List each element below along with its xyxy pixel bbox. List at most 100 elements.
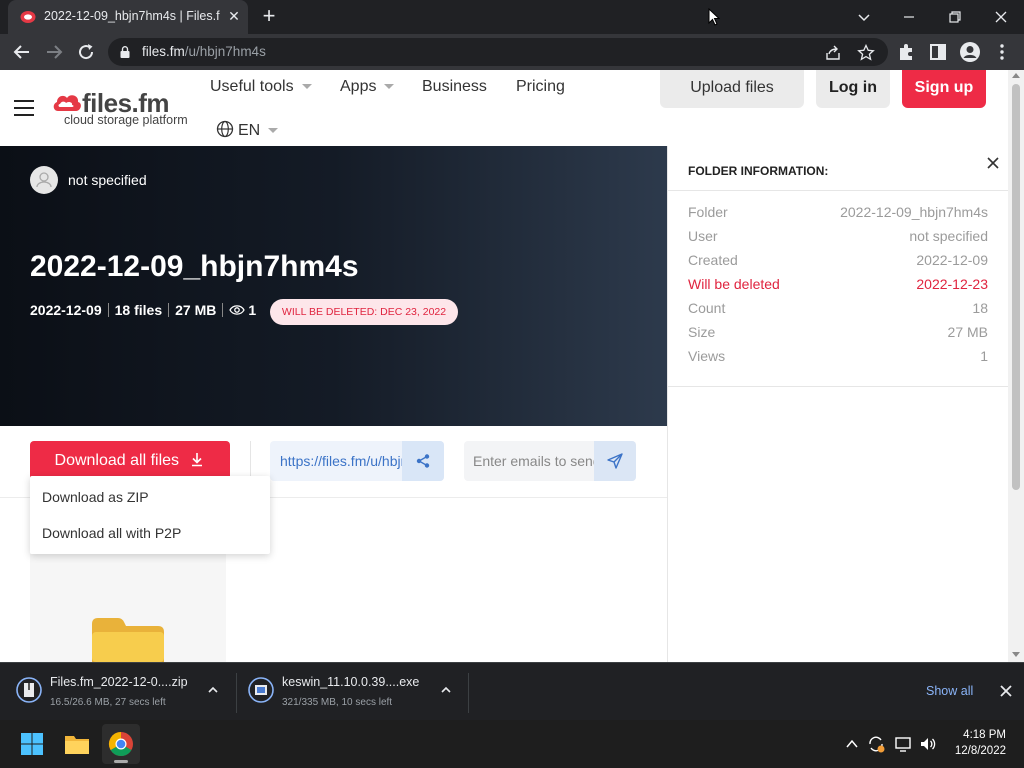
profile-icon[interactable] <box>958 40 982 64</box>
share-link-text[interactable]: https://files.fm/u/hbjn7hm4s <box>280 453 404 469</box>
info-row-count: Count 18 <box>688 300 988 316</box>
send-email-button[interactable] <box>594 441 636 481</box>
show-all-downloads-link[interactable]: Show all <box>926 684 973 698</box>
clock-time[interactable]: 4:18 PM <box>946 729 1006 741</box>
bookmark-star-icon[interactable] <box>857 44 875 62</box>
minimize-icon[interactable] <box>897 5 921 29</box>
folder-meta: 2022-12-09 18 files 27 MB 1 <box>30 302 256 318</box>
info-row-size: Size 27 MB <box>688 324 988 340</box>
chevron-down-icon <box>268 128 279 134</box>
display-icon[interactable] <box>894 734 914 754</box>
close-downloads-icon[interactable] <box>998 683 1014 699</box>
download-progress: 321/335 MB, 10 secs left <box>282 697 393 708</box>
signup-button[interactable]: Sign up <box>902 70 986 108</box>
folder-size: 27 MB <box>175 302 217 318</box>
download-item[interactable]: Files.fm_2022-12-0....zip 16.5/26.6 MB, … <box>16 671 230 713</box>
status-badge: WILL BE DELETED: DEC 23, 2022 <box>270 299 458 325</box>
page-title: 2022-12-09_hbjn7hm4s <box>30 250 359 283</box>
close-window-icon[interactable] <box>989 5 1013 29</box>
new-tab-icon[interactable]: + <box>258 5 280 28</box>
login-button[interactable]: Log in <box>816 70 890 108</box>
zip-file-icon <box>16 677 42 703</box>
browser-tab[interactable]: 2022-12-09_hbjn7hm4s | Files.fm ✕ <box>8 0 248 34</box>
nav-useful-tools[interactable]: Useful tools <box>210 78 312 96</box>
download-filename: Files.fm_2022-12-0....zip <box>50 675 188 689</box>
share-link-field[interactable]: https://files.fm/u/hbjn7hm4s <box>270 441 444 481</box>
share-icon <box>416 454 430 468</box>
scrollbar-thumb[interactable] <box>1012 84 1020 490</box>
info-row-views: Views 1 <box>688 348 988 364</box>
chevron-up-icon[interactable] <box>845 737 859 751</box>
chevron-up-icon[interactable] <box>206 683 220 697</box>
back-icon[interactable] <box>10 40 34 64</box>
globe-icon <box>216 120 234 138</box>
chevron-up-icon[interactable] <box>439 683 453 697</box>
extensions-icon[interactable] <box>894 40 918 64</box>
taskbar-active-app[interactable] <box>102 724 140 764</box>
restore-icon[interactable] <box>943 5 967 29</box>
reload-icon[interactable] <box>74 40 98 64</box>
page-scrollbar[interactable] <box>1008 70 1024 662</box>
nav-business[interactable]: Business <box>422 78 487 96</box>
filesfm-logo[interactable]: files.fm cloud storage platform <box>52 88 192 128</box>
download-all-button[interactable]: Download all files <box>30 441 230 481</box>
browser-menu-icon[interactable] <box>990 40 1014 64</box>
upload-files-button[interactable]: Upload files <box>660 70 804 108</box>
divider <box>668 190 1009 191</box>
nav-apps[interactable]: Apps <box>340 78 395 96</box>
exe-file-icon <box>248 677 274 703</box>
url-text[interactable]: files.fm/u/hbjn7hm4s <box>142 44 266 59</box>
tab-close-icon[interactable]: ✕ <box>226 8 242 24</box>
chevron-down-icon <box>384 84 395 90</box>
chrome-icon <box>108 732 133 757</box>
download-progress: 16.5/26.6 MB, 27 secs left <box>50 697 166 708</box>
download-filename: keswin_11.10.0.39....exe <box>282 675 420 689</box>
os-taskbar: 4:18 PM 12/8/2022 <box>0 720 1024 768</box>
volume-icon[interactable] <box>918 734 938 754</box>
scroll-up-icon[interactable] <box>1012 72 1020 78</box>
file-count: 18 files <box>114 302 163 318</box>
folder-icon <box>92 618 164 662</box>
folder-date: 2022-12-09 <box>30 302 102 318</box>
hamburger-menu-icon[interactable] <box>14 100 34 116</box>
language-selector[interactable]: EN <box>216 120 279 140</box>
logo-tagline: cloud storage platform <box>64 113 188 127</box>
user-icon <box>36 172 52 188</box>
site-header: files.fm cloud storage platform Useful t… <box>0 70 1008 146</box>
browser-toolbar: files.fm/u/hbjn7hm4s <box>0 34 1024 70</box>
scroll-down-icon[interactable] <box>1012 652 1020 658</box>
tab-search-chevron-icon[interactable] <box>852 5 876 29</box>
folder-hero: not specified 2022-12-09_hbjn7hm4s 2022-… <box>0 146 667 426</box>
folder-info-panel: FOLDER INFORMATION: Folder 2022-12-09_hbj… <box>667 146 1009 662</box>
download-icon <box>192 453 203 467</box>
mouse-cursor-icon <box>708 8 720 26</box>
file-explorer-icon[interactable] <box>59 726 95 762</box>
clock-date[interactable]: 12/8/2022 <box>946 745 1006 757</box>
email-send-field[interactable] <box>464 441 636 481</box>
side-panel-icon[interactable] <box>926 40 950 64</box>
avatar <box>30 166 58 194</box>
panel-title: FOLDER INFORMATION: <box>688 164 829 178</box>
divider <box>236 673 237 713</box>
windows-start-icon[interactable] <box>14 726 50 762</box>
menu-item-download-zip[interactable]: Download as ZIP <box>42 489 149 505</box>
close-icon[interactable] <box>984 154 1002 172</box>
info-row-will-be-deleted: Will be deleted 2022-12-23 <box>688 276 988 292</box>
filesfm-favicon-icon <box>20 11 36 23</box>
lock-icon[interactable] <box>118 45 132 59</box>
view-count: 1 <box>248 302 257 318</box>
send-icon <box>607 453 623 469</box>
email-input[interactable] <box>464 441 596 481</box>
download-item[interactable]: keswin_11.10.0.39....exe 321/335 MB, 10 … <box>248 671 462 713</box>
share-page-icon[interactable] <box>824 44 842 62</box>
eye-icon <box>229 305 246 315</box>
address-bar[interactable]: files.fm/u/hbjn7hm4s <box>108 38 888 66</box>
share-button[interactable] <box>402 441 444 481</box>
file-card[interactable] <box>30 554 226 662</box>
forward-icon[interactable] <box>42 40 66 64</box>
nav-pricing[interactable]: Pricing <box>516 78 565 96</box>
browser-tab-bar: 2022-12-09_hbjn7hm4s | Files.fm ✕ + <box>0 0 1024 34</box>
menu-item-download-p2p[interactable]: Download all with P2P <box>42 525 181 541</box>
info-row-user: User not specified <box>688 228 988 244</box>
sync-icon[interactable] <box>866 734 886 754</box>
